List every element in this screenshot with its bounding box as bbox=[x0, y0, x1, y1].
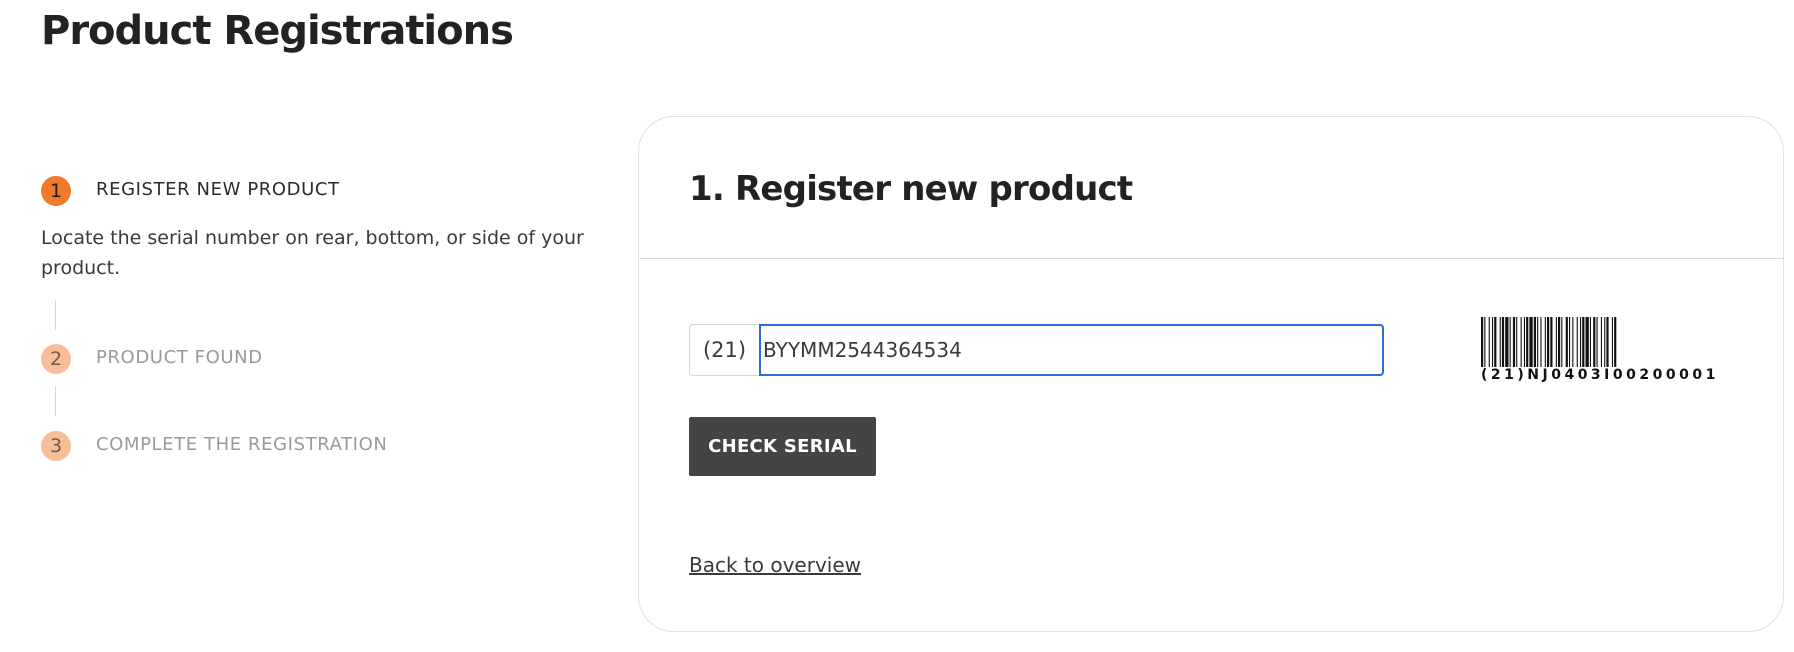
step-number-badge: 3 bbox=[41, 431, 71, 461]
step-connector bbox=[55, 386, 56, 416]
barcode-icon bbox=[1481, 317, 1617, 367]
step-number-badge: 2 bbox=[41, 344, 71, 374]
card-header: 1. Register new product bbox=[639, 117, 1783, 259]
serial-number-group: (21) bbox=[689, 324, 1384, 376]
step-connector bbox=[55, 300, 56, 330]
step-product-found: 2 PRODUCT FOUND bbox=[41, 344, 601, 374]
serial-prefix: (21) bbox=[689, 324, 759, 376]
step-description: Locate the serial number on rear, bottom… bbox=[41, 227, 584, 279]
step-label: COMPLETE THE REGISTRATION bbox=[96, 434, 388, 455]
step-number-badge: 1 bbox=[41, 176, 71, 206]
check-serial-button[interactable]: CHECK SERIAL bbox=[689, 417, 876, 476]
step-label: PRODUCT FOUND bbox=[96, 347, 263, 368]
step-register-new-product: 1 REGISTER NEW PRODUCT bbox=[41, 176, 601, 206]
step-complete-registration: 3 COMPLETE THE REGISTRATION bbox=[41, 431, 601, 461]
step-label: REGISTER NEW PRODUCT bbox=[96, 179, 340, 200]
register-product-card: 1. Register new product (21) CHECK SERIA… bbox=[638, 116, 1784, 632]
serial-number-input[interactable] bbox=[759, 324, 1384, 376]
barcode-caption: (21)NJ0403I00200001 bbox=[1481, 367, 1719, 383]
barcode-example: (21)NJ0403I00200001 bbox=[1481, 317, 1727, 383]
card-title: 1. Register new product bbox=[689, 169, 1133, 209]
page-title: Product Registrations bbox=[41, 8, 514, 54]
back-to-overview-link[interactable]: Back to overview bbox=[689, 553, 861, 577]
